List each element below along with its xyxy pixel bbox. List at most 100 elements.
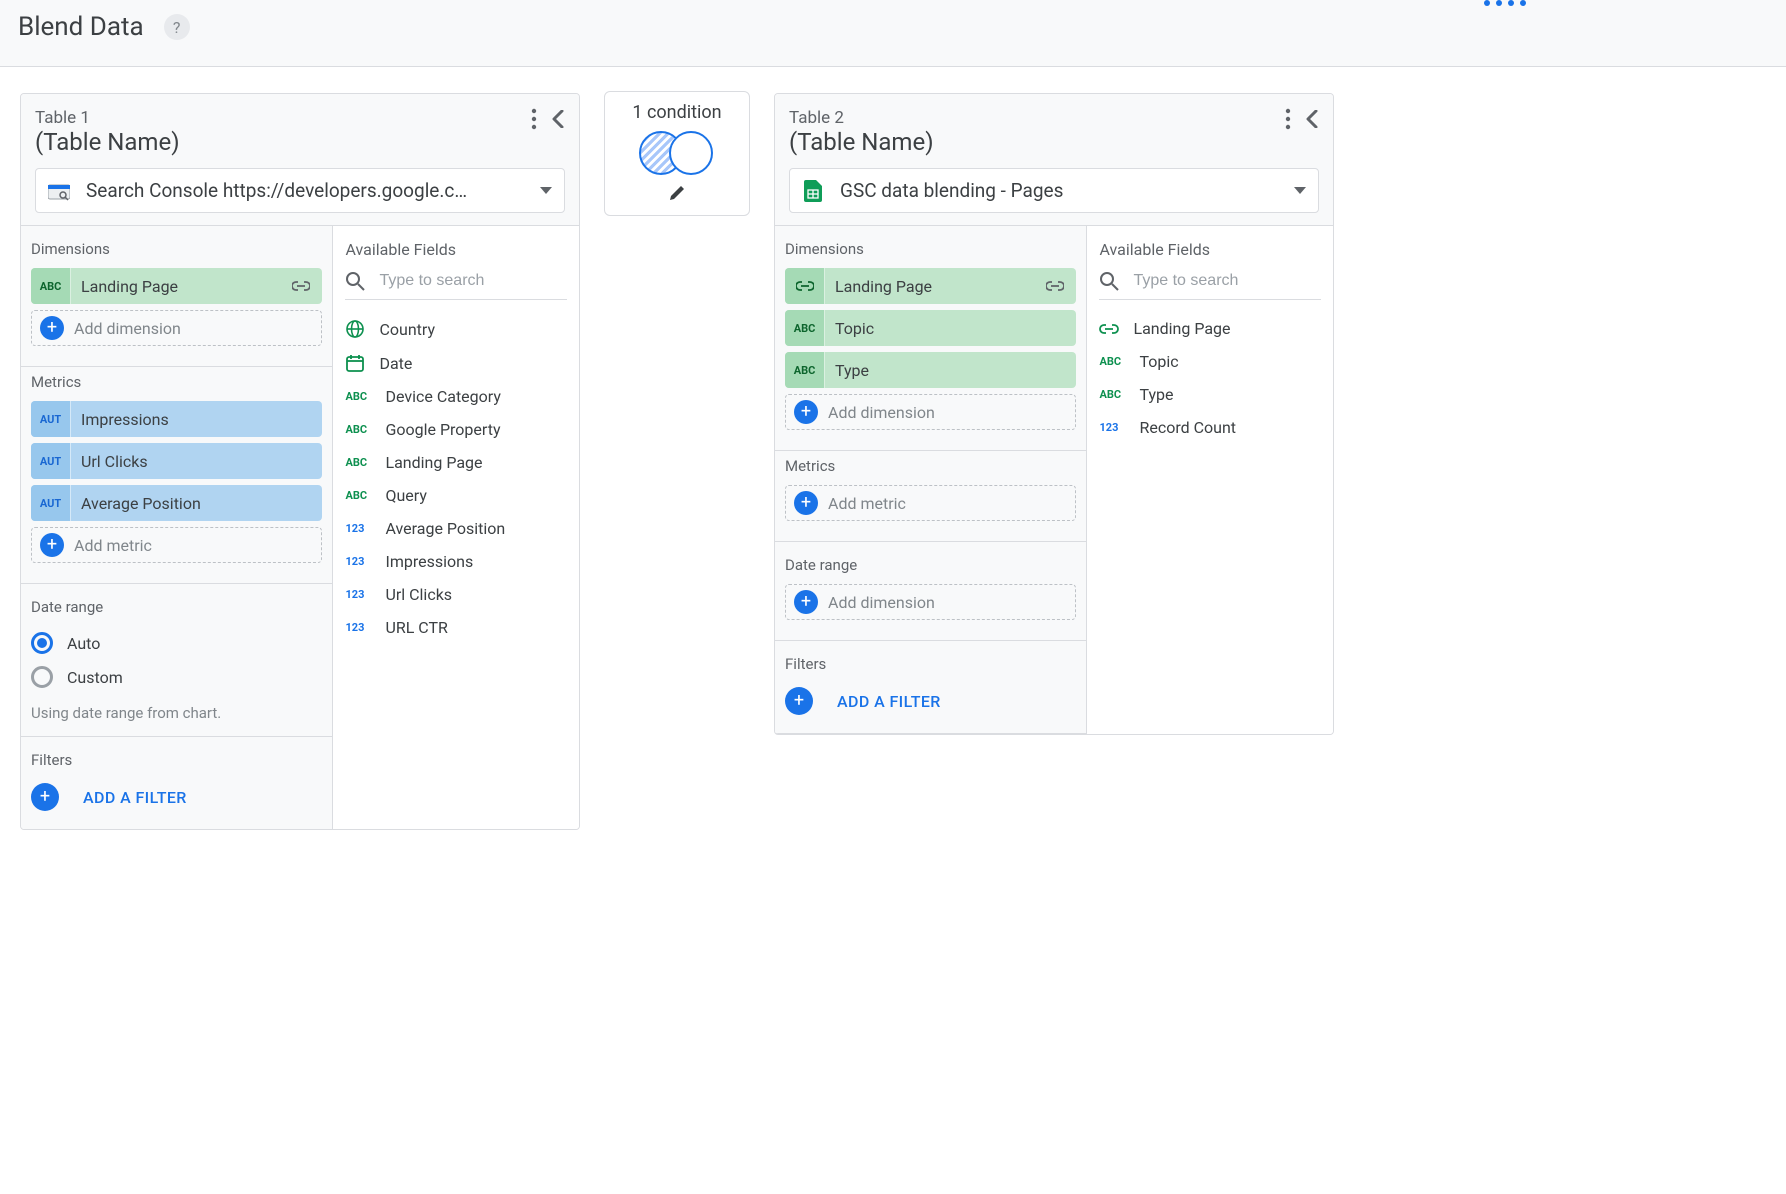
link-icon	[292, 280, 322, 292]
available-field[interactable]: 123 Record Count	[1099, 411, 1321, 444]
link-icon	[1046, 280, 1076, 292]
source-selector[interactable]: Search Console https://developers.google…	[35, 168, 565, 213]
available-fields-column: Available Fields Country	[333, 226, 579, 829]
type-abc-icon: ABC	[31, 268, 71, 304]
type-123-icon: 123	[345, 555, 371, 568]
add-dimension-button[interactable]: + Add dimension	[785, 394, 1076, 430]
date-range-label: Date range	[785, 556, 1076, 574]
source-text: Search Console https://developers.google…	[86, 179, 532, 202]
available-field[interactable]: Country	[345, 312, 567, 346]
radio-auto[interactable]: Auto	[31, 626, 322, 660]
date-range-hint: Using date range from chart.	[31, 704, 322, 722]
plus-icon: +	[794, 491, 818, 515]
add-metric-button[interactable]: + Add metric	[31, 527, 322, 563]
plus-icon: +	[40, 316, 64, 340]
collapse-left-icon[interactable]	[551, 110, 565, 128]
field-label: Url Clicks	[385, 585, 452, 604]
field-label: Device Category	[385, 387, 500, 406]
search-console-icon	[48, 180, 70, 202]
radio-custom[interactable]: Custom	[31, 660, 322, 694]
available-field[interactable]: 123 Average Position	[345, 512, 567, 545]
plus-icon: +	[31, 783, 59, 811]
metric-chip[interactable]: AUT Url Clicks	[31, 443, 322, 479]
field-label: Impressions	[385, 552, 473, 571]
radio-icon	[31, 666, 53, 688]
dimension-chip[interactable]: ABC Topic	[785, 310, 1076, 346]
caret-down-icon	[540, 187, 552, 194]
field-label: Type	[1139, 385, 1173, 404]
metrics-label: Metrics	[31, 373, 322, 391]
type-aut-icon: AUT	[31, 401, 71, 437]
type-abc-icon: ABC	[345, 489, 371, 502]
add-metric-text: Add metric	[74, 536, 152, 555]
plus-icon: +	[40, 533, 64, 557]
available-field[interactable]: ABC Device Category	[345, 380, 567, 413]
available-field[interactable]: ABC Query	[345, 479, 567, 512]
dimension-chip[interactable]: ABC Type	[785, 352, 1076, 388]
table-name-input[interactable]: (Table Name)	[35, 128, 531, 156]
edit-icon	[667, 183, 687, 203]
available-field[interactable]: 123 Impressions	[345, 545, 567, 578]
type-abc-icon: ABC	[345, 456, 371, 469]
available-field[interactable]: Landing Page	[1099, 312, 1321, 345]
available-field[interactable]: ABC Type	[1099, 378, 1321, 411]
search-input[interactable]	[1133, 272, 1321, 290]
add-date-dimension-button[interactable]: + Add dimension	[785, 584, 1076, 620]
filters-label: Filters	[785, 655, 1076, 673]
field-label: URL CTR	[385, 618, 447, 637]
metrics-label: Metrics	[785, 457, 1076, 475]
add-filter-button[interactable]: + ADD A FILTER	[785, 683, 1076, 719]
add-metric-button[interactable]: + Add metric	[785, 485, 1076, 521]
add-filter-text: ADD A FILTER	[83, 788, 187, 807]
available-field[interactable]: ABC Landing Page	[345, 446, 567, 479]
source-text: GSC data blending - Pages	[840, 179, 1286, 202]
dimensions-label: Dimensions	[31, 240, 322, 258]
calendar-icon	[345, 353, 365, 373]
available-field[interactable]: 123 URL CTR	[345, 611, 567, 644]
type-abc-icon: ABC	[345, 390, 371, 403]
field-label: Average Position	[385, 519, 505, 538]
plus-icon: +	[794, 590, 818, 614]
filters-section: Filters + ADD A FILTER	[775, 641, 1086, 734]
type-link-icon	[785, 268, 825, 304]
radio-label: Auto	[67, 634, 100, 653]
search-icon	[1099, 271, 1119, 291]
available-field[interactable]: Date	[345, 346, 567, 380]
metric-chip[interactable]: AUT Average Position	[31, 485, 322, 521]
dimension-chip[interactable]: Landing Page	[785, 268, 1076, 304]
table-name-input[interactable]: (Table Name)	[789, 128, 1285, 156]
type-abc-icon: ABC	[785, 310, 825, 346]
search-row	[345, 271, 567, 300]
chip-label: Url Clicks	[71, 452, 322, 471]
workspace: Table 1 (Table Name) Search Console http…	[0, 67, 1786, 856]
add-filter-text: ADD A FILTER	[837, 692, 941, 711]
chip-label: Landing Page	[71, 277, 292, 296]
filters-label: Filters	[31, 751, 322, 769]
add-metric-text: Add metric	[828, 494, 906, 513]
more-vert-icon[interactable]	[531, 108, 537, 130]
help-icon[interactable]: ?	[164, 14, 190, 40]
source-selector[interactable]: GSC data blending - Pages	[789, 168, 1319, 213]
join-condition-box[interactable]: 1 condition	[604, 91, 750, 216]
field-label: Landing Page	[385, 453, 482, 472]
date-range-label: Date range	[31, 598, 322, 616]
metric-chip[interactable]: AUT Impressions	[31, 401, 322, 437]
metrics-section: Metrics AUT Impressions AUT Url Clicks A…	[21, 367, 332, 584]
plus-icon: +	[785, 687, 813, 715]
add-dimension-text: Add dimension	[74, 319, 181, 338]
config-column: Dimensions Landing Page ABC Topic	[775, 226, 1087, 734]
metrics-section: Metrics + Add metric	[775, 451, 1086, 542]
add-dimension-button[interactable]: + Add dimension	[31, 310, 322, 346]
dimension-chip[interactable]: ABC Landing Page	[31, 268, 322, 304]
type-123-icon: 123	[1099, 421, 1125, 434]
available-field[interactable]: ABC Topic	[1099, 345, 1321, 378]
add-filter-button[interactable]: + ADD A FILTER	[31, 779, 322, 815]
filters-section: Filters + ADD A FILTER	[21, 737, 332, 829]
search-input[interactable]	[379, 272, 567, 290]
collapse-left-icon[interactable]	[1305, 110, 1319, 128]
available-field[interactable]: ABC Google Property	[345, 413, 567, 446]
link-icon	[1099, 323, 1119, 335]
available-field[interactable]: 123 Url Clicks	[345, 578, 567, 611]
search-row	[1099, 271, 1321, 300]
more-vert-icon[interactable]	[1285, 108, 1291, 130]
